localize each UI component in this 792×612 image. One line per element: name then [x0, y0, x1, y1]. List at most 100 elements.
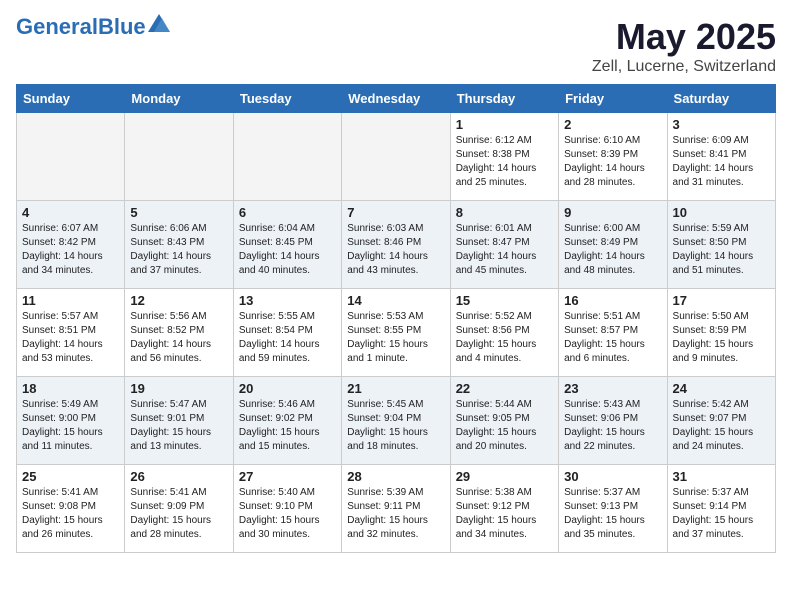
day-number: 21: [347, 381, 444, 396]
week-row-1: 1 Sunrise: 6:12 AMSunset: 8:38 PMDaylight…: [17, 113, 776, 201]
calendar-cell: 18Sunrise: 5:49 AMSunset: 9:00 PMDayligh…: [17, 377, 125, 465]
day-info: Sunrise: 5:38 AMSunset: 9:12 PMDaylight:…: [456, 486, 553, 542]
day-info: Sunrise: 6:09 AMSunset: 8:41 PMDaylight:…: [673, 134, 770, 190]
day-number: 26: [130, 469, 227, 484]
day-number: 23: [564, 381, 661, 396]
calendar-table: SundayMondayTuesdayWednesdayThursdayFrid…: [16, 84, 776, 553]
calendar-subtitle: Zell, Lucerne, Switzerland: [592, 58, 776, 76]
day-number: 17: [673, 293, 770, 308]
day-info: Sunrise: 5:57 AMSunset: 8:51 PMDaylight:…: [22, 310, 119, 366]
day-info: Sunrise: 5:43 AMSunset: 9:06 PMDaylight:…: [564, 398, 661, 454]
calendar-cell: 21 Sunrise: 5:45 AMSunset: 9:04 PMDayligh…: [342, 377, 450, 465]
day-info: Sunrise: 5:55 AMSunset: 8:54 PMDaylight:…: [239, 310, 336, 366]
day-number: 9: [564, 205, 661, 220]
calendar-cell: 17 Sunrise: 5:50 AMSunset: 8:59 PMDayligh…: [667, 289, 775, 377]
day-number: 24: [673, 381, 770, 396]
day-number: 7: [347, 205, 444, 220]
calendar-cell: 11 Sunrise: 5:57 AMSunset: 8:51 PMDayligh…: [17, 289, 125, 377]
calendar-cell: 20 Sunrise: 5:46 AMSunset: 9:02 PMDayligh…: [233, 377, 341, 465]
day-number: 15: [456, 293, 553, 308]
title-section: May 2025 Zell, Lucerne, Switzerland: [592, 16, 776, 76]
day-info: Sunrise: 5:41 AMSunset: 9:09 PMDaylight:…: [130, 486, 227, 542]
day-info: Sunrise: 5:40 AMSunset: 9:10 PMDaylight:…: [239, 486, 336, 542]
calendar-cell: 24Sunrise: 5:42 AMSunset: 9:07 PMDayligh…: [667, 377, 775, 465]
week-row-4: 18Sunrise: 5:49 AMSunset: 9:00 PMDayligh…: [17, 377, 776, 465]
header-day-thursday: Thursday: [450, 85, 558, 113]
calendar-cell: 26 Sunrise: 5:41 AMSunset: 9:09 PMDayligh…: [125, 465, 233, 553]
calendar-cell: [17, 113, 125, 201]
day-number: 3: [673, 117, 770, 132]
week-row-3: 11 Sunrise: 5:57 AMSunset: 8:51 PMDayligh…: [17, 289, 776, 377]
calendar-cell: 25 Sunrise: 5:41 AMSunset: 9:08 PMDayligh…: [17, 465, 125, 553]
day-number: 20: [239, 381, 336, 396]
calendar-cell: 4Sunrise: 6:07 AMSunset: 8:42 PMDaylight…: [17, 201, 125, 289]
day-number: 27: [239, 469, 336, 484]
day-info: Sunrise: 5:52 AMSunset: 8:56 PMDaylight:…: [456, 310, 553, 366]
day-info: Sunrise: 6:10 AMSunset: 8:39 PMDaylight:…: [564, 134, 661, 190]
calendar-cell: 27 Sunrise: 5:40 AMSunset: 9:10 PMDayligh…: [233, 465, 341, 553]
day-info: Sunrise: 5:46 AMSunset: 9:02 PMDaylight:…: [239, 398, 336, 454]
calendar-cell: 8 Sunrise: 6:01 AMSunset: 8:47 PMDaylight…: [450, 201, 558, 289]
day-number: 11: [22, 293, 119, 308]
calendar-cell: 12Sunrise: 5:56 AMSunset: 8:52 PMDayligh…: [125, 289, 233, 377]
day-info: Sunrise: 6:00 AMSunset: 8:49 PMDaylight:…: [564, 222, 661, 278]
calendar-cell: 7Sunrise: 6:03 AMSunset: 8:46 PMDaylight…: [342, 201, 450, 289]
calendar-cell: 13 Sunrise: 5:55 AMSunset: 8:54 PMDayligh…: [233, 289, 341, 377]
day-number: 14: [347, 293, 444, 308]
week-row-5: 25 Sunrise: 5:41 AMSunset: 9:08 PMDayligh…: [17, 465, 776, 553]
day-number: 16: [564, 293, 661, 308]
day-number: 1: [456, 117, 553, 132]
logo-icon: [148, 14, 170, 32]
day-info: Sunrise: 5:41 AMSunset: 9:08 PMDaylight:…: [22, 486, 119, 542]
day-info: Sunrise: 5:37 AMSunset: 9:13 PMDaylight:…: [564, 486, 661, 542]
day-info: Sunrise: 5:59 AMSunset: 8:50 PMDaylight:…: [673, 222, 770, 278]
day-number: 4: [22, 205, 119, 220]
header-day-tuesday: Tuesday: [233, 85, 341, 113]
day-info: Sunrise: 5:47 AMSunset: 9:01 PMDaylight:…: [130, 398, 227, 454]
day-info: Sunrise: 5:44 AMSunset: 9:05 PMDaylight:…: [456, 398, 553, 454]
calendar-cell: [233, 113, 341, 201]
day-info: Sunrise: 6:06 AMSunset: 8:43 PMDaylight:…: [130, 222, 227, 278]
calendar-cell: 9 Sunrise: 6:00 AMSunset: 8:49 PMDaylight…: [559, 201, 667, 289]
calendar-cell: 31Sunrise: 5:37 AMSunset: 9:14 PMDayligh…: [667, 465, 775, 553]
day-number: 6: [239, 205, 336, 220]
calendar-cell: 23 Sunrise: 5:43 AMSunset: 9:06 PMDayligh…: [559, 377, 667, 465]
calendar-cell: 6 Sunrise: 6:04 AMSunset: 8:45 PMDaylight…: [233, 201, 341, 289]
day-info: Sunrise: 5:45 AMSunset: 9:04 PMDaylight:…: [347, 398, 444, 454]
day-number: 19: [130, 381, 227, 396]
logo-text: GeneralBlue: [16, 16, 146, 38]
week-row-2: 4Sunrise: 6:07 AMSunset: 8:42 PMDaylight…: [17, 201, 776, 289]
calendar-cell: 30 Sunrise: 5:37 AMSunset: 9:13 PMDayligh…: [559, 465, 667, 553]
calendar-cell: 14 Sunrise: 5:53 AMSunset: 8:55 PMDayligh…: [342, 289, 450, 377]
calendar-cell: [342, 113, 450, 201]
calendar-cell: 10 Sunrise: 5:59 AMSunset: 8:50 PMDayligh…: [667, 201, 775, 289]
day-number: 2: [564, 117, 661, 132]
calendar-cell: 2 Sunrise: 6:10 AMSunset: 8:39 PMDaylight…: [559, 113, 667, 201]
day-info: Sunrise: 6:01 AMSunset: 8:47 PMDaylight:…: [456, 222, 553, 278]
day-number: 25: [22, 469, 119, 484]
calendar-cell: 16Sunrise: 5:51 AMSunset: 8:57 PMDayligh…: [559, 289, 667, 377]
header-day-sunday: Sunday: [17, 85, 125, 113]
calendar-cell: 1 Sunrise: 6:12 AMSunset: 8:38 PMDaylight…: [450, 113, 558, 201]
day-info: Sunrise: 5:39 AMSunset: 9:11 PMDaylight:…: [347, 486, 444, 542]
day-number: 8: [456, 205, 553, 220]
day-number: 28: [347, 469, 444, 484]
day-info: Sunrise: 5:53 AMSunset: 8:55 PMDaylight:…: [347, 310, 444, 366]
day-number: 10: [673, 205, 770, 220]
day-info: Sunrise: 5:56 AMSunset: 8:52 PMDaylight:…: [130, 310, 227, 366]
day-info: Sunrise: 6:04 AMSunset: 8:45 PMDaylight:…: [239, 222, 336, 278]
logo: GeneralBlue: [16, 16, 170, 38]
day-number: 13: [239, 293, 336, 308]
header-day-monday: Monday: [125, 85, 233, 113]
day-info: Sunrise: 5:50 AMSunset: 8:59 PMDaylight:…: [673, 310, 770, 366]
calendar-cell: 3 Sunrise: 6:09 AMSunset: 8:41 PMDaylight…: [667, 113, 775, 201]
header-day-saturday: Saturday: [667, 85, 775, 113]
calendar-title: May 2025: [592, 16, 776, 58]
header-row: SundayMondayTuesdayWednesdayThursdayFrid…: [17, 85, 776, 113]
day-number: 30: [564, 469, 661, 484]
calendar-cell: 22 Sunrise: 5:44 AMSunset: 9:05 PMDayligh…: [450, 377, 558, 465]
day-info: Sunrise: 5:49 AMSunset: 9:00 PMDaylight:…: [22, 398, 119, 454]
day-number: 22: [456, 381, 553, 396]
header-day-friday: Friday: [559, 85, 667, 113]
day-info: Sunrise: 6:12 AMSunset: 8:38 PMDaylight:…: [456, 134, 553, 190]
